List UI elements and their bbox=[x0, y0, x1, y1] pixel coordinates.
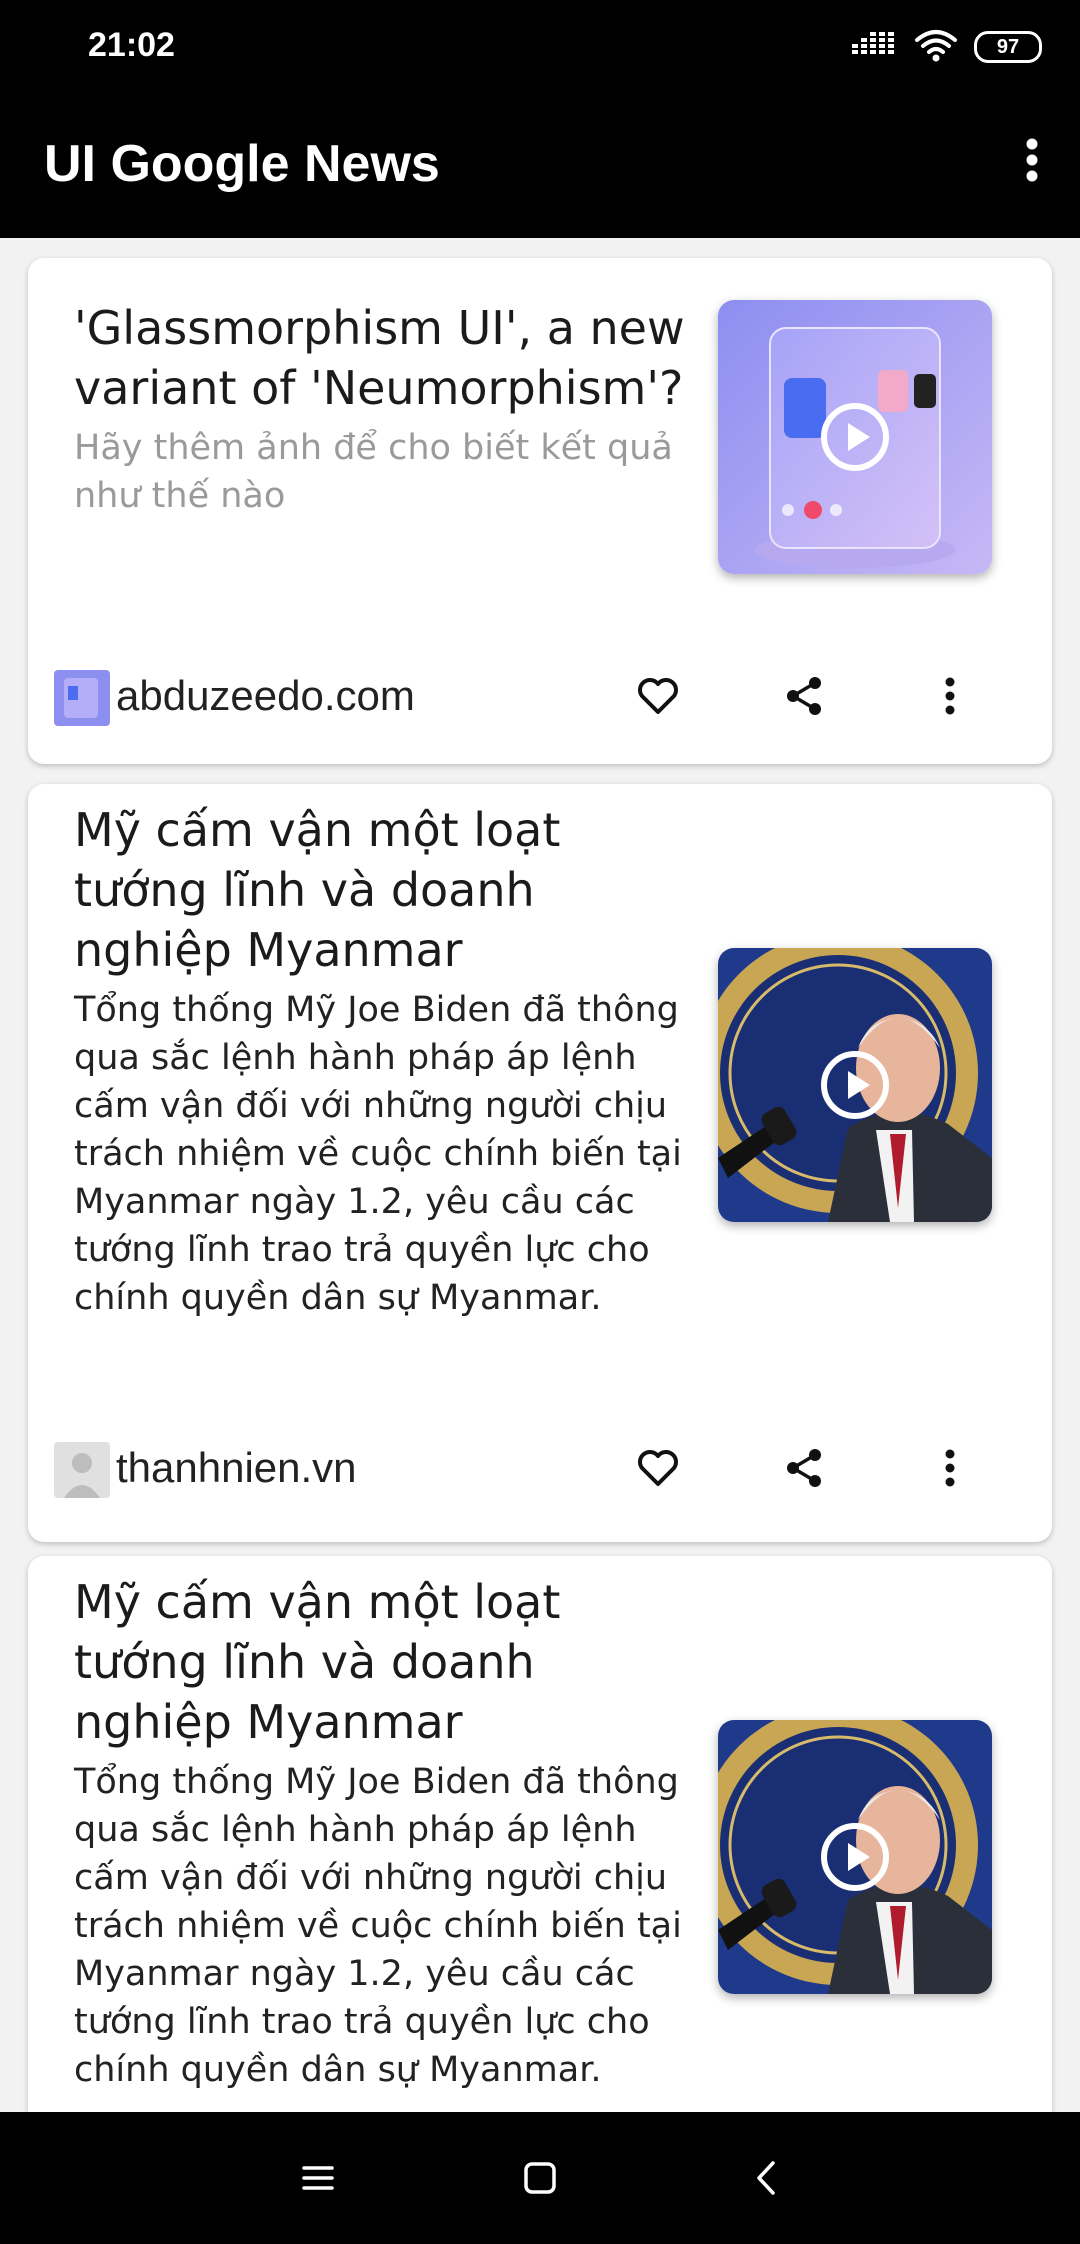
menu-icon[interactable] bbox=[288, 2148, 348, 2208]
article-thumbnail[interactable] bbox=[718, 1720, 992, 1994]
battery-level: 97 bbox=[996, 35, 1020, 58]
article-thumbnail[interactable] bbox=[718, 948, 992, 1222]
share-icon[interactable] bbox=[774, 666, 834, 726]
more-vert-icon[interactable] bbox=[920, 666, 980, 726]
more-vert-icon[interactable] bbox=[1012, 134, 1052, 198]
source-favicon bbox=[54, 1442, 110, 1498]
status-bar: 21:02 97 bbox=[0, 0, 1080, 96]
article-text: Mỹ cấm vận một loạt tướng lĩnh và doanh … bbox=[74, 800, 704, 1322]
app-title: UI Google News bbox=[44, 135, 440, 193]
article-snippet: Tổng thống Mỹ Joe Biden đã thông qua sắc… bbox=[74, 1762, 682, 2090]
back-icon[interactable] bbox=[736, 2148, 796, 2208]
article-snippet: Tổng thống Mỹ Joe Biden đã thông qua sắc… bbox=[74, 990, 682, 1318]
battery-icon: 97 bbox=[974, 31, 1042, 63]
signal-icon bbox=[852, 30, 898, 64]
play-icon[interactable] bbox=[820, 1822, 890, 1892]
article-text: Mỹ cấm vận một loạt tướng lĩnh và doanh … bbox=[74, 1572, 704, 2094]
article-text: 'Glassmorphism UI', a new variant of 'Ne… bbox=[74, 298, 704, 520]
wifi-icon bbox=[914, 28, 958, 66]
play-icon[interactable] bbox=[820, 402, 890, 472]
article-card[interactable]: 'Glassmorphism UI', a new variant of 'Ne… bbox=[28, 258, 1052, 764]
article-card[interactable]: Mỹ cấm vận một loạt tướng lĩnh và doanh … bbox=[28, 784, 1052, 1542]
status-time: 21:02 bbox=[88, 26, 175, 64]
article-footer: abduzeedo.com bbox=[28, 662, 1052, 732]
share-icon[interactable] bbox=[774, 1438, 834, 1498]
home-icon[interactable] bbox=[510, 2148, 570, 2208]
play-icon[interactable] bbox=[820, 1050, 890, 1120]
favorite-icon[interactable] bbox=[628, 666, 688, 726]
article-headline[interactable]: Mỹ cấm vận một loạt tướng lĩnh và doanh … bbox=[74, 1572, 704, 1752]
navigation-bar bbox=[0, 2112, 1080, 2244]
more-vert-icon[interactable] bbox=[920, 1438, 980, 1498]
favorite-icon[interactable] bbox=[628, 1438, 688, 1498]
news-feed[interactable]: 'Glassmorphism UI', a new variant of 'Ne… bbox=[0, 238, 1080, 2112]
source-name[interactable]: abduzeedo.com bbox=[116, 672, 415, 720]
source-favicon bbox=[54, 670, 110, 726]
article-thumbnail[interactable] bbox=[718, 300, 992, 574]
article-snippet: Hãy thêm ảnh để cho biết kết quả như thế… bbox=[74, 428, 673, 516]
source-name[interactable]: thanhnien.vn bbox=[116, 1444, 357, 1492]
status-icons: 97 bbox=[852, 28, 1042, 66]
app-bar: UI Google News bbox=[0, 96, 1080, 238]
article-footer: thanhnien.vn bbox=[28, 1434, 1052, 1504]
article-card[interactable]: Mỹ cấm vận một loạt tướng lĩnh và doanh … bbox=[28, 1556, 1052, 2112]
article-headline[interactable]: 'Glassmorphism UI', a new variant of 'Ne… bbox=[74, 298, 704, 418]
article-headline[interactable]: Mỹ cấm vận một loạt tướng lĩnh và doanh … bbox=[74, 800, 704, 980]
